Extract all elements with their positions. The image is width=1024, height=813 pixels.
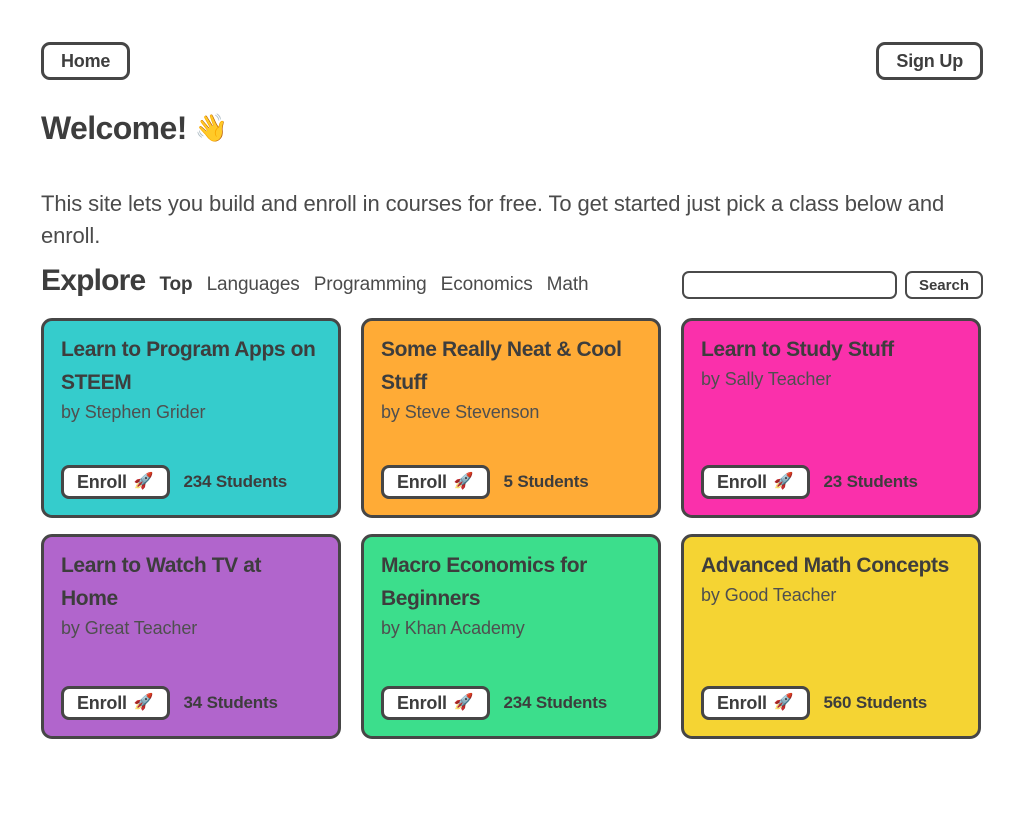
search-area: Search: [681, 271, 983, 299]
student-count: 23 Students: [823, 472, 918, 491]
enroll-button[interactable]: Enroll 🚀: [701, 686, 810, 720]
student-count: 5 Students: [503, 472, 589, 491]
enroll-button[interactable]: Enroll 🚀: [61, 465, 170, 499]
course-card-footer: Enroll 🚀 5 Students: [381, 465, 641, 499]
course-card-footer: Enroll 🚀 560 Students: [701, 686, 961, 720]
enroll-button-label: Enroll: [77, 692, 127, 713]
enroll-button-label: Enroll: [717, 692, 767, 713]
student-count: 234 Students: [183, 472, 288, 491]
rocket-icon: 🚀: [453, 694, 474, 711]
explore-heading: Explore: [41, 264, 146, 297]
student-count: 34 Students: [183, 693, 278, 712]
top-navbar: Home Sign Up: [41, 41, 983, 81]
course-card[interactable]: Learn to Watch TV at Home by Great Teach…: [41, 534, 341, 739]
enroll-button-label: Enroll: [77, 471, 127, 492]
course-author: by Khan Academy: [381, 618, 525, 638]
rocket-icon: 🚀: [773, 473, 794, 490]
course-title: Learn to Study Stuff: [701, 338, 894, 361]
enroll-button[interactable]: Enroll 🚀: [701, 465, 810, 499]
explore-link-languages[interactable]: Languages: [207, 274, 300, 296]
course-card[interactable]: Some Really Neat & Cool Stuff by Steve S…: [361, 318, 661, 518]
course-title: Advanced Math Concepts: [701, 554, 949, 577]
course-author: by Good Teacher: [701, 585, 837, 605]
course-card[interactable]: Learn to Program Apps on STEEM by Stephe…: [41, 318, 341, 518]
course-author: by Great Teacher: [61, 618, 198, 638]
welcome-heading-text: Welcome!: [41, 110, 187, 146]
enroll-button-label: Enroll: [397, 692, 447, 713]
course-author: by Sally Teacher: [701, 369, 832, 389]
rocket-icon: 🚀: [133, 473, 154, 490]
enroll-button[interactable]: Enroll 🚀: [381, 686, 490, 720]
course-card[interactable]: Advanced Math Concepts by Good Teacher E…: [681, 534, 981, 739]
page-root: Home Sign Up Welcome! 👋 This site lets y…: [0, 0, 1024, 813]
course-title: Learn to Program Apps on STEEM: [61, 338, 316, 394]
page-title: Welcome! 👋: [41, 110, 228, 147]
sign-up-button[interactable]: Sign Up: [876, 42, 983, 80]
intro-paragraph: This site lets you build and enroll in c…: [41, 191, 945, 248]
course-card-footer: Enroll 🚀 23 Students: [701, 465, 961, 499]
course-card-footer: Enroll 🚀 234 Students: [61, 465, 321, 499]
course-card-footer: Enroll 🚀 234 Students: [381, 686, 641, 720]
course-author: by Steve Stevenson: [381, 402, 540, 422]
rocket-icon: 🚀: [773, 694, 794, 711]
rocket-icon: 🚀: [453, 473, 474, 490]
course-card[interactable]: Learn to Study Stuff by Sally Teacher En…: [681, 318, 981, 518]
enroll-button-label: Enroll: [397, 471, 447, 492]
search-input[interactable]: [681, 271, 897, 299]
enroll-button[interactable]: Enroll 🚀: [61, 686, 170, 720]
course-title: Learn to Watch TV at Home: [61, 554, 262, 610]
search-button[interactable]: Search: [904, 271, 983, 299]
explore-link-economics[interactable]: Economics: [441, 274, 533, 296]
enroll-button-label: Enroll: [717, 471, 767, 492]
explore-link-top[interactable]: Top: [159, 274, 192, 296]
course-title: Some Really Neat & Cool Stuff: [381, 338, 622, 394]
student-count: 234 Students: [503, 693, 608, 712]
course-card[interactable]: Macro Economics for Beginners by Khan Ac…: [361, 534, 661, 739]
explore-nav: Explore Top Languages Programming Econom…: [41, 264, 589, 298]
explore-link-programming[interactable]: Programming: [314, 274, 427, 296]
enroll-button[interactable]: Enroll 🚀: [381, 465, 490, 499]
rocket-icon: 🚀: [133, 694, 154, 711]
explore-bar: Explore Top Languages Programming Econom…: [41, 264, 983, 304]
course-author: by Stephen Grider: [61, 402, 206, 422]
course-card-grid: Learn to Program Apps on STEEM by Stephe…: [41, 318, 983, 739]
course-title: Macro Economics for Beginners: [381, 554, 587, 610]
home-button[interactable]: Home: [41, 42, 131, 80]
course-card-footer: Enroll 🚀 34 Students: [61, 686, 321, 720]
student-count: 560 Students: [823, 693, 928, 712]
waving-hand-icon: 👋: [194, 113, 229, 143]
explore-link-math[interactable]: Math: [547, 274, 589, 296]
